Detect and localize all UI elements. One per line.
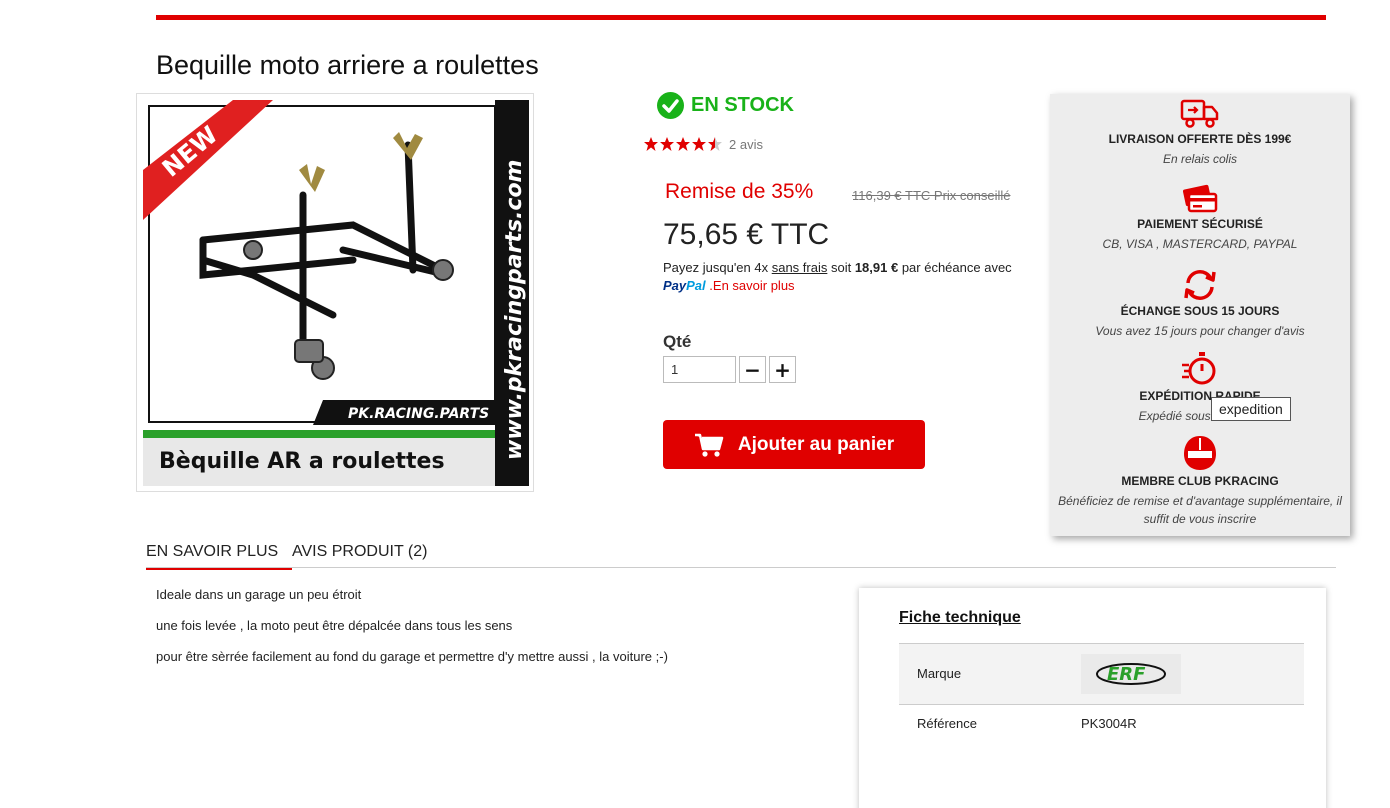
paypal-text-1: Payez jusqu'en 4x <box>663 260 772 275</box>
reassurance-sub: Bénéficiez de remise et d'avantage suppl… <box>1058 494 1342 526</box>
reassurance-sub: Expédié sous 24H/48H <box>1138 409 1262 423</box>
sans-frais-link[interactable]: sans frais <box>772 260 828 275</box>
discount-label: Remise de 35% <box>665 180 814 203</box>
product-tabs: EN SAVOIR PLUS AVIS PRODUIT (2) <box>146 543 427 570</box>
reassurance-exchange: ÉCHANGE SOUS 15 JOURS Vous avez 15 jours… <box>1050 268 1350 340</box>
qty-decrease-button[interactable]: − <box>739 356 766 383</box>
reassurance-club: MEMBRE CLUB PKRACING Bénéficiez de remis… <box>1050 434 1350 528</box>
qty-label: Qté <box>663 332 692 351</box>
star-rating <box>643 136 723 152</box>
image-url-text: www.pkracingparts.com <box>502 160 527 460</box>
fast-timer-icon <box>1182 352 1216 385</box>
rating[interactable]: 2 avis <box>643 136 763 152</box>
svg-text:ERF: ERF <box>1107 664 1146 685</box>
datasheet-value: PK3004R <box>1081 716 1137 731</box>
description-line: Ideale dans un garage un peu étroit <box>156 587 362 602</box>
reassurance-payment: PAIEMENT SÉCURISÉ CB, VISA , MASTERCARD,… <box>1050 183 1350 253</box>
installment-amount: 18,91 € <box>854 260 899 275</box>
datasheet-title: Fiche technique <box>899 609 1021 626</box>
add-to-cart-button[interactable]: Ajouter au panier <box>663 420 925 469</box>
paypal-text-3: par échéance avec <box>898 260 1012 275</box>
datasheet-key: Marque <box>917 666 962 681</box>
top-red-rule <box>156 15 1326 20</box>
tab-avis-produit[interactable]: AVIS PRODUIT (2) <box>292 543 427 570</box>
brand-logo[interactable]: ERF <box>1081 654 1181 694</box>
product-title: Bequille moto arriere a roulettes <box>156 50 539 80</box>
old-price: 116,39 € TTC Prix conseillé <box>852 188 1011 203</box>
qty-increase-button[interactable]: + <box>769 356 796 383</box>
description-line: pour être sèrrée facilement au fond du g… <box>156 649 668 664</box>
check-circle-icon <box>657 92 684 119</box>
product-image: www.pkracingparts.com NEW PK.RACING.PART… <box>143 100 529 486</box>
datasheet-card: Fiche technique Marque ERF Référence PK3… <box>859 588 1326 808</box>
paypal-logo: PayPal <box>663 278 706 293</box>
reassurance-sub: CB, VISA , MASTERCARD, PAYPAL <box>1102 237 1298 251</box>
product-image-frame[interactable]: www.pkracingparts.com NEW PK.RACING.PART… <box>136 93 534 492</box>
stock-status: EN STOCK <box>656 91 794 120</box>
cart-icon <box>694 433 724 457</box>
erf-logo-icon: ERF <box>1096 663 1166 685</box>
image-brand-text: PK.RACING.PARTS <box>348 406 489 422</box>
datasheet-row-brand: Marque ERF <box>899 643 1304 704</box>
reassurance-expedition: EXPÉDITION RAPIDE Expédié sous 24H/48H <box>1050 351 1350 425</box>
exchange-arrows-icon <box>1184 270 1216 300</box>
tab-en-savoir-plus[interactable]: EN SAVOIR PLUS <box>146 543 292 570</box>
description-line: une fois levée , la moto peut être dépal… <box>156 618 513 633</box>
delivery-truck-icon <box>1180 99 1219 128</box>
datasheet-row-reference: Référence PK3004R <box>899 704 1304 744</box>
tabs-divider <box>146 567 1336 568</box>
reassurance-title: LIVRAISON OFFERTE DÈS 199€ <box>1108 132 1292 146</box>
stock-label: EN STOCK <box>691 94 794 116</box>
reassurance-panel: LIVRAISON OFFERTE DÈS 199€ En relais col… <box>1050 94 1350 536</box>
image-caption-text: Bèquille AR a roulettes <box>159 449 445 474</box>
paypal-more-link[interactable]: .En savoir plus <box>709 278 794 293</box>
credit-card-icon <box>1182 184 1218 213</box>
qty-input[interactable] <box>663 356 736 383</box>
datasheet-key: Référence <box>917 716 977 731</box>
reassurance-title: ÉCHANGE SOUS 15 JOURS <box>1120 304 1280 318</box>
stars-icon <box>644 137 722 151</box>
reviews-count[interactable]: 2 avis <box>729 137 763 152</box>
helmet-icon <box>1184 436 1216 470</box>
reassurance-delivery: LIVRAISON OFFERTE DÈS 199€ En relais col… <box>1050 98 1350 168</box>
paypal-text-2: soit <box>827 260 855 275</box>
product-description: Ideale dans un garage un peu étroit une … <box>156 588 668 681</box>
reassurance-title: MEMBRE CLUB PKRACING <box>1121 474 1279 488</box>
reassurance-sub: En relais colis <box>1162 152 1238 166</box>
reassurance-title: PAIEMENT SÉCURISÉ <box>1137 217 1263 231</box>
reassurance-title: EXPÉDITION RAPIDE <box>1139 389 1261 403</box>
tooltip: expedition <box>1211 397 1291 421</box>
reassurance-sub: Vous avez 15 jours pour changer d'avis <box>1095 324 1305 338</box>
paypal-installments: Payez jusqu'en 4x sans frais soit 18,91 … <box>663 259 1043 295</box>
price: 75,65 € TTC <box>663 218 830 251</box>
add-to-cart-label: Ajouter au panier <box>737 433 895 455</box>
